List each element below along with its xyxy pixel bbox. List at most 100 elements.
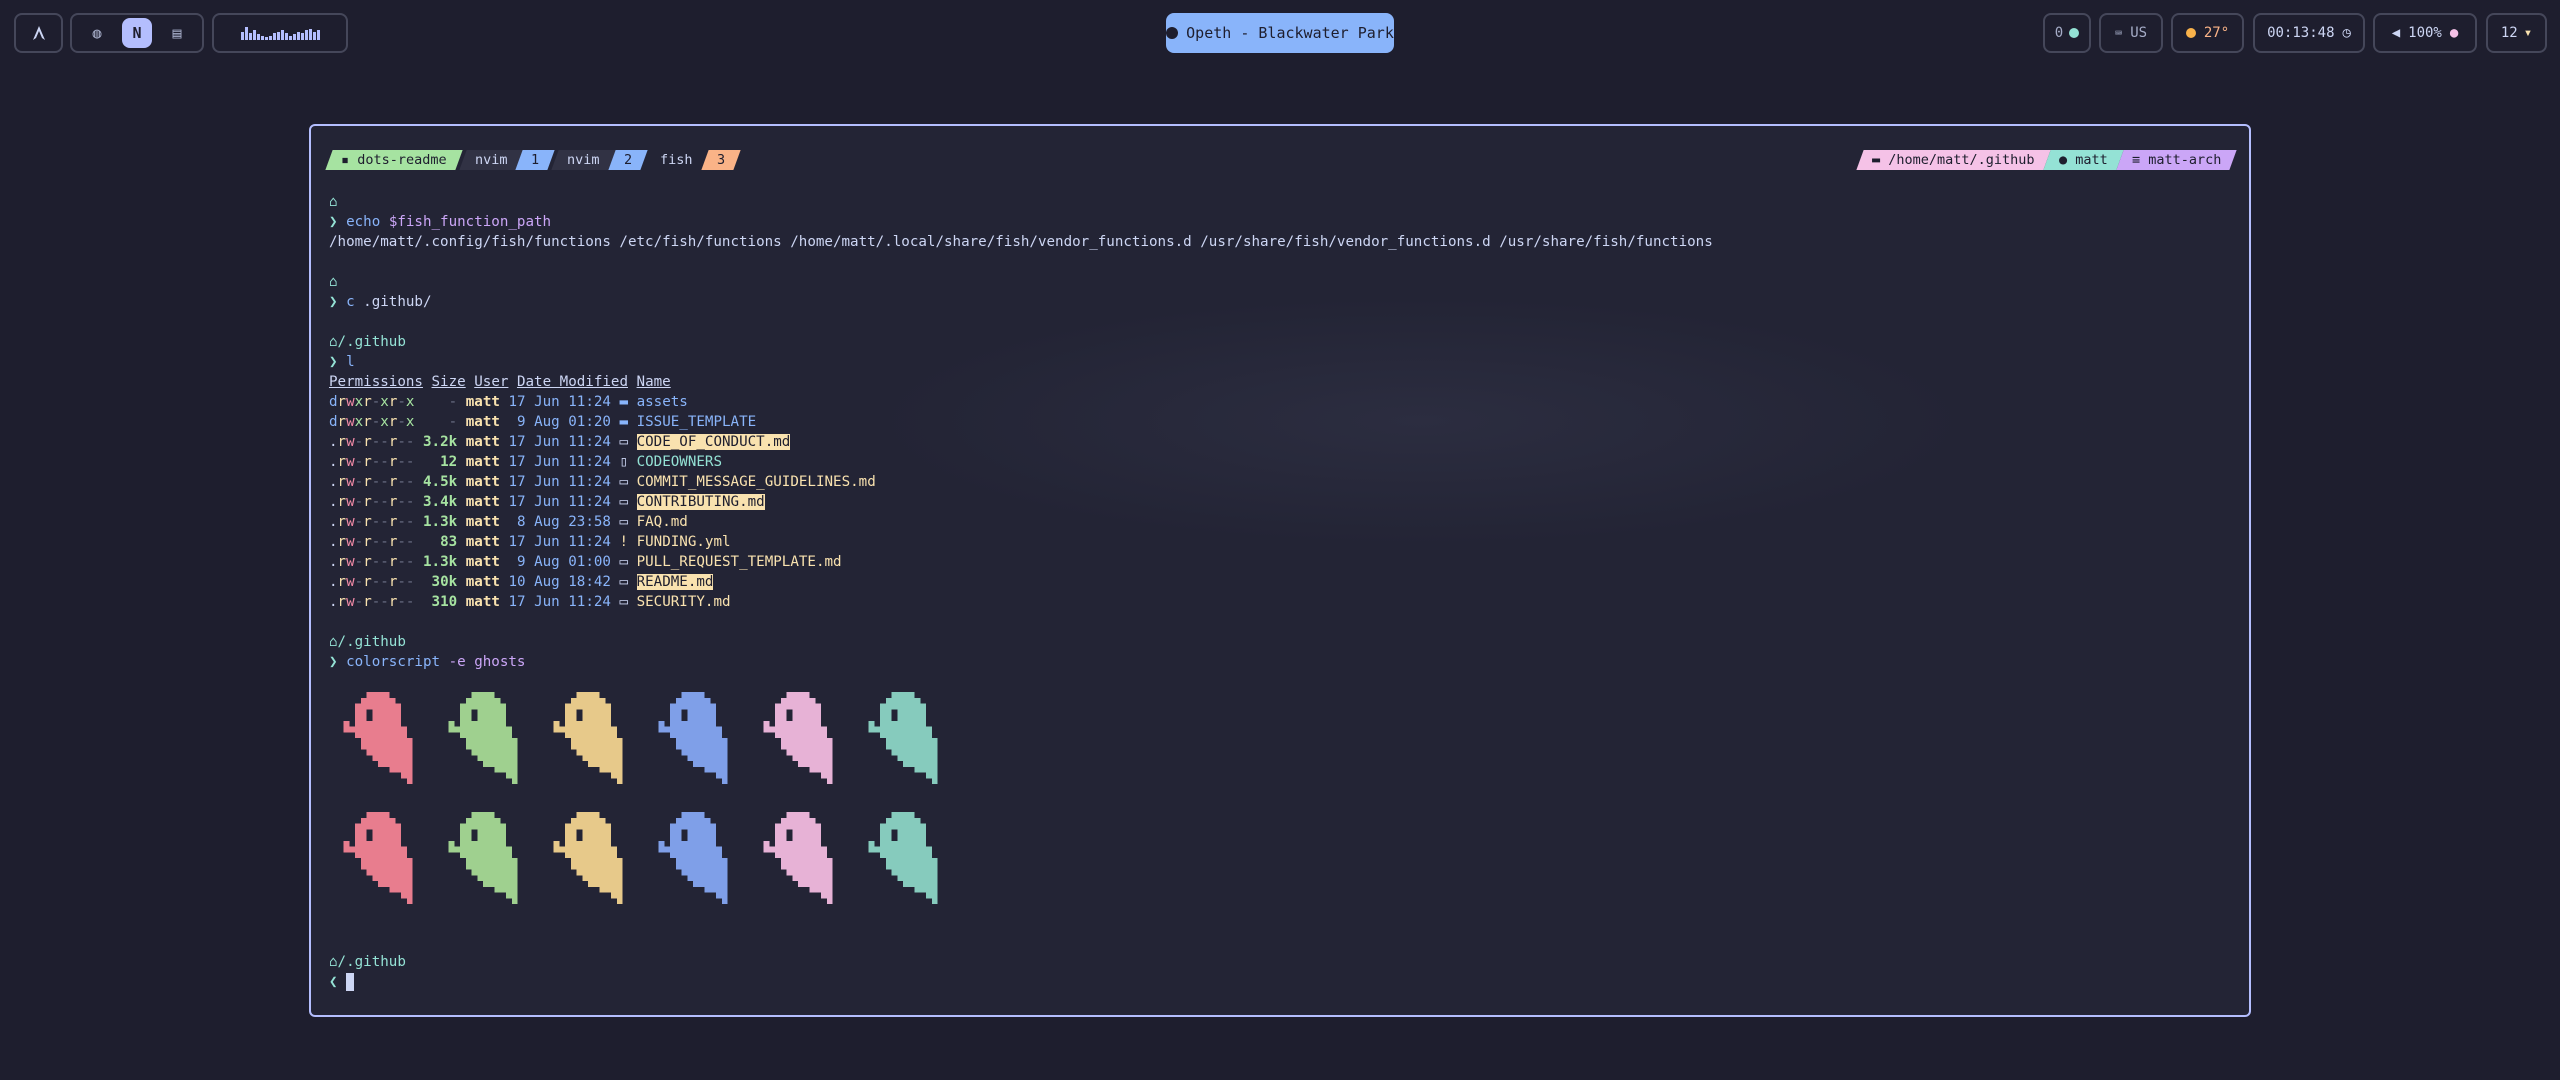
file-date: 9 Aug 01:00 (508, 554, 611, 570)
perm-char: - (397, 494, 406, 510)
workspace-2[interactable]: N (122, 18, 152, 48)
perm-char: r (337, 494, 347, 510)
tab-nvim-2[interactable]: nvim (551, 150, 616, 170)
listing-row[interactable]: .rw-r--r-- 4.5k matt 17 Jun 11:24 ▭ COMM… (329, 472, 876, 492)
file-icon: ▯ (619, 454, 629, 470)
file-date: 17 Jun 11:24 (508, 534, 611, 550)
perm-char: - (371, 534, 381, 550)
user-icon: ● (2058, 152, 2076, 168)
home-icon: ⌂ (329, 274, 338, 290)
perm-char: - (380, 594, 389, 610)
permissions: .rw-r--r-- (329, 434, 414, 450)
audio-visualizer (212, 13, 348, 53)
clock-icon: ◷ (2342, 25, 2351, 41)
listing-row[interactable]: .rw-r--r-- 12 matt 17 Jun 11:24 ▯ CODEOW… (329, 452, 722, 472)
tab-nvim-1[interactable]: nvim (459, 150, 523, 170)
perm-char: r (363, 474, 372, 490)
perm-char: r (363, 494, 372, 510)
command-args: -e ghosts (440, 654, 526, 670)
listing-row[interactable]: drwxr-xr-x - matt 9 Aug 01:20 ▬ ISSUE_TE… (329, 412, 756, 432)
output-text: /home/matt/.config/fish/functions /etc/f… (329, 234, 1713, 250)
listing-row[interactable]: .rw-r--r-- 1.3k matt 8 Aug 23:58 ▭ FAQ.m… (329, 512, 688, 532)
perm-char: - (397, 414, 406, 430)
perm-char: r (337, 434, 347, 450)
file-user: matt (465, 494, 500, 510)
perm-char: . (329, 574, 338, 590)
tab-index-1[interactable]: 1 (515, 150, 555, 170)
keyboard-layout-widget[interactable]: ⌨ US (2099, 13, 2163, 53)
file-date: 17 Jun 11:24 (508, 474, 611, 490)
ghost-icon (868, 692, 938, 784)
listing-row[interactable]: drwxr-xr-x - matt 17 Jun 11:24 ▬ assets (329, 392, 688, 412)
arch-logo-icon (32, 26, 45, 40)
keyboard-layout: US (2130, 25, 2148, 41)
clock-widget[interactable]: 00:13:48 ◷ (2253, 13, 2365, 53)
workspace-switcher: ◍ N ▤ (70, 13, 204, 53)
listing-row[interactable]: .rw-r--r-- 83 matt 17 Jun 11:24 ! FUNDIN… (329, 532, 731, 552)
folder-icon: ▬ (1872, 152, 1889, 168)
ghost-icon (553, 692, 623, 784)
tab-index-3[interactable]: 3 (700, 150, 741, 170)
perm-char: r (363, 454, 372, 470)
perm-char: - (380, 514, 389, 530)
volume-widget[interactable]: ◀ 100% ● (2373, 13, 2477, 53)
updates-widget[interactable]: 0 (2043, 13, 2091, 53)
terminal-icon: ▪ (341, 152, 358, 168)
perm-char: - (380, 554, 389, 570)
file-date: 17 Jun 11:24 (508, 454, 611, 470)
markdown-icon: ▭ (619, 514, 629, 530)
variable-name: $fish_function_path (388, 214, 552, 230)
media-player[interactable]: Opeth - Blackwater Park (1166, 13, 1394, 53)
file-name: CONTRIBUTING.md (636, 494, 765, 510)
workspace-3[interactable]: ▤ (162, 18, 192, 48)
notifications-widget[interactable]: 12 ▾ (2486, 13, 2547, 53)
markdown-icon: ▭ (619, 434, 629, 450)
launcher-button[interactable] (14, 13, 63, 53)
perm-char: - (371, 594, 381, 610)
visualizer-bar (308, 29, 312, 40)
perm-char: r (363, 554, 372, 570)
tab-dots-readme[interactable]: ▪ dots-readme (325, 150, 463, 170)
globe-icon (2069, 28, 2080, 38)
ghost-icon (658, 812, 728, 904)
file-size: 1.3k (423, 514, 458, 530)
command-output: /home/matt/.config/fish/functions /etc/f… (329, 232, 1713, 252)
tab-fish[interactable]: fish (644, 150, 708, 170)
sun-icon (2185, 28, 2196, 38)
perm-char: r (363, 534, 372, 550)
file-user: matt (465, 454, 500, 470)
command-name: c (346, 294, 355, 310)
status-path: ▬ /home/matt/.github (1856, 150, 2051, 170)
tab-index-2[interactable]: 2 (608, 150, 648, 170)
keyboard-icon: ⌨ (2114, 26, 2123, 40)
listing-row[interactable]: .rw-r--r-- 3.2k matt 17 Jun 11:24 ▭ CODE… (329, 432, 791, 452)
listing-row[interactable]: .rw-r--r-- 30k matt 10 Aug 18:42 ▭ READM… (329, 572, 714, 592)
perm-char: . (329, 434, 338, 450)
file-user: matt (465, 474, 500, 490)
perm-char: r (363, 434, 372, 450)
visualizer-bar (252, 30, 256, 40)
weather-widget[interactable]: 27° (2171, 13, 2244, 53)
terminal-window[interactable]: ▪ dots-readme nvim 1 nvim 2 fish 3 ▬ /ho… (309, 124, 2251, 1017)
file-size: 4.5k (423, 474, 458, 490)
perm-char: x (380, 414, 389, 430)
workspace-1[interactable]: ◍ (82, 18, 112, 48)
listing-row[interactable]: .rw-r--r-- 1.3k matt 9 Aug 01:00 ▭ PULL_… (329, 552, 842, 572)
file-date: 10 Aug 18:42 (508, 574, 611, 590)
ghost-icon (868, 812, 938, 904)
file-user: matt (465, 574, 500, 590)
listing-row[interactable]: .rw-r--r-- 310 matt 17 Jun 11:24 ▭ SECUR… (329, 592, 731, 612)
text-cursor[interactable] (346, 973, 355, 991)
file-size: 12 (423, 454, 458, 470)
listing-row[interactable]: .rw-r--r-- 3.4k matt 17 Jun 11:24 ▭ CONT… (329, 492, 765, 512)
